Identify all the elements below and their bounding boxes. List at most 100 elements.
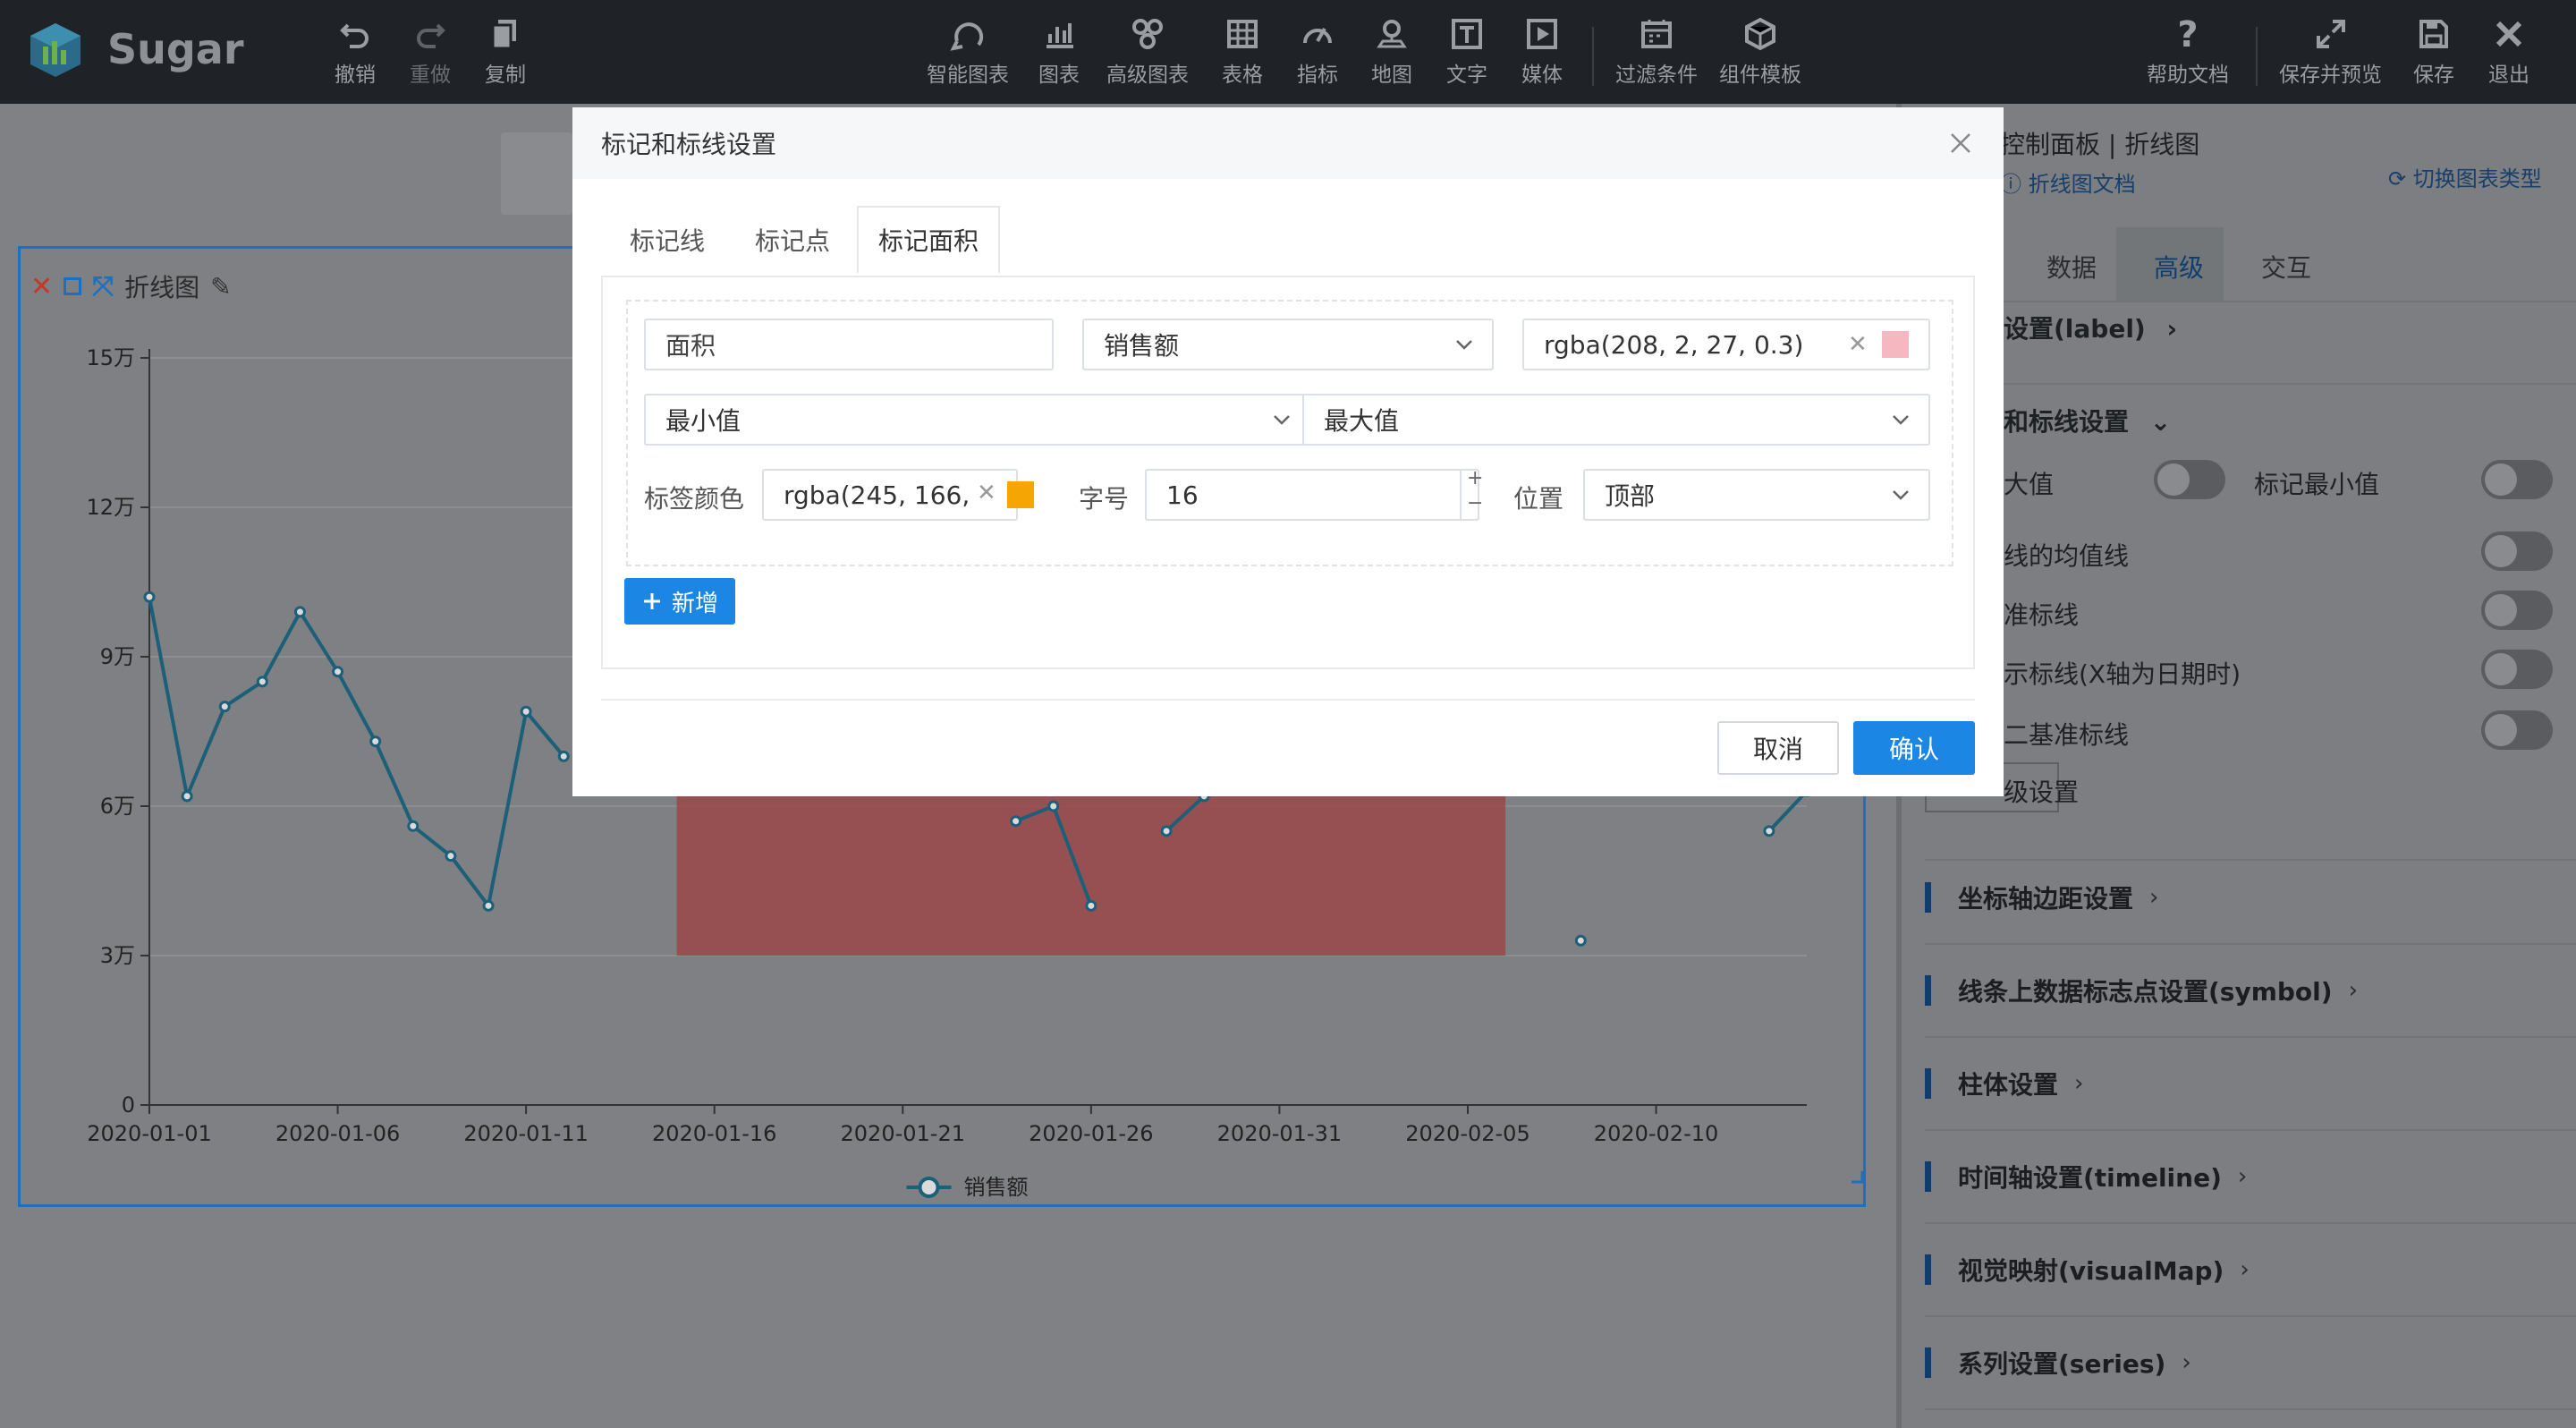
exit-button[interactable]: 退出 xyxy=(2488,16,2529,88)
text-label: 文字 xyxy=(1446,64,1487,87)
edit-title-pencil-icon[interactable]: ✎ xyxy=(210,272,231,302)
tab-markarea[interactable]: 标记面积 xyxy=(857,206,1000,274)
smart-chart-button[interactable]: 智能图表 xyxy=(927,16,1009,88)
toggle-date-line[interactable] xyxy=(2481,650,2553,689)
copy-label: 复制 xyxy=(485,64,526,87)
toggle-avg[interactable] xyxy=(2481,531,2553,571)
add-markarea-button[interactable]: 新增 xyxy=(624,578,735,625)
chart-button[interactable]: 图表 xyxy=(1038,16,1080,88)
confirm-button[interactable]: 确认 xyxy=(1853,721,1975,775)
font-size-label: 字号 xyxy=(1079,484,1130,514)
stepper-decrease-icon[interactable]: − xyxy=(1467,492,1483,514)
copy-icon xyxy=(491,20,516,50)
save-preview-button[interactable]: 保存并预览 xyxy=(2279,16,2382,88)
markarea-color-input[interactable]: rgba(208, 2, 27, 0.3) xyxy=(1522,319,1930,370)
markarea-end-select[interactable]: 最大值 xyxy=(1302,394,1930,446)
markarea-start-value: 最小值 xyxy=(665,406,741,436)
data-point xyxy=(445,850,457,863)
x-tick-label: 2020-01-16 xyxy=(652,1121,776,1146)
fullscreen-widget-icon[interactable]: ⤧ xyxy=(92,271,114,302)
section-visualmap[interactable]: 视觉映射(visualMap) › xyxy=(1925,1224,2576,1317)
chevron-right-icon: › xyxy=(2182,1349,2191,1376)
map-label: 地图 xyxy=(1371,64,1412,87)
tab-markpoint[interactable]: 标记点 xyxy=(739,206,846,274)
save-button[interactable]: 保存 xyxy=(2413,16,2454,88)
text-button[interactable]: 文字 xyxy=(1446,16,1487,88)
clear-label-color-icon[interactable]: ✕ xyxy=(977,480,996,506)
duplicate-widget-icon[interactable] xyxy=(64,277,82,295)
modal-close-icon[interactable] xyxy=(1945,127,1977,159)
markarea-name-input[interactable]: 面积 xyxy=(644,319,1054,370)
markline-settings-modal: 标记和标线设置 标记线 标记点 标记面积 面积 销售额 rgba(208, 2,… xyxy=(572,107,2004,796)
clear-color-icon[interactable]: ✕ xyxy=(1848,331,1868,358)
data-point xyxy=(1763,825,1775,837)
panel-tab-advanced[interactable]: 高级 xyxy=(2154,249,2204,285)
undo-icon xyxy=(340,23,369,48)
save-preview-label: 保存并预览 xyxy=(2279,64,2382,87)
toggle-max[interactable] xyxy=(2154,460,2225,499)
chart-legend: 销售额 xyxy=(906,1175,1029,1200)
section-symbol[interactable]: 线条上数据标志点设置(symbol) › xyxy=(1925,945,2576,1038)
switch-chart-type-label: 切换图表类型 xyxy=(2412,166,2542,191)
map-pin-icon xyxy=(1377,20,1407,48)
section-bar[interactable]: 柱体设置 › xyxy=(1925,1038,2576,1131)
section-marker xyxy=(1925,1068,1931,1099)
component-template-button[interactable]: 组件模板 xyxy=(1719,16,1801,88)
tab-markline[interactable]: 标记线 xyxy=(614,206,721,274)
copy-button[interactable]: 复制 xyxy=(485,16,526,88)
section-label: 视觉映射(visualMap) xyxy=(1958,1256,2224,1286)
section-series[interactable]: 系列设置(series) › xyxy=(1925,1317,2576,1410)
markarea-color-swatch[interactable] xyxy=(1882,331,1909,358)
save-icon xyxy=(2419,20,2448,48)
font-size-input[interactable]: 16 xyxy=(1145,469,1479,521)
advanced-chart-label: 高级图表 xyxy=(1106,64,1189,87)
map-button[interactable]: 地图 xyxy=(1371,16,1412,88)
advanced-chart-button[interactable]: 高级图表 xyxy=(1106,16,1189,88)
media-label: 媒体 xyxy=(1521,64,1563,87)
panel-tab-data[interactable]: 数据 xyxy=(2046,249,2097,285)
label-color-swatch[interactable] xyxy=(1007,481,1034,508)
data-point xyxy=(520,705,532,718)
toggle-second-baseline[interactable] xyxy=(2481,710,2553,750)
chart-doc-link[interactable]: ⓘ 折线图文档 xyxy=(2000,166,2136,198)
bar-chart-icon xyxy=(1046,23,1073,48)
media-button[interactable]: 媒体 xyxy=(1521,16,1563,88)
section-axis-margin[interactable]: 坐标轴边距设置 › xyxy=(1925,852,2576,945)
chart-doc-link-label: 折线图文档 xyxy=(2028,172,2136,197)
markline-setting-section[interactable]: 和标线设置 ⌄ xyxy=(2004,403,2171,438)
expand-icon xyxy=(2316,20,2345,48)
table-label: 表格 xyxy=(1222,64,1263,87)
sugar-logo-icon xyxy=(27,20,84,81)
x-tick-label: 2020-01-21 xyxy=(841,1121,965,1146)
section-marker xyxy=(1925,1254,1931,1285)
markarea-start-select[interactable]: 最小值 xyxy=(644,394,1311,446)
panel-tab-interaction[interactable]: 交互 xyxy=(2261,249,2311,285)
undo-button[interactable]: 撤销 xyxy=(335,16,376,88)
toggle-baseline[interactable] xyxy=(2481,591,2553,630)
chevron-right-icon: › xyxy=(2237,1163,2248,1190)
section-timeline[interactable]: 时间轴设置(timeline) › xyxy=(1925,1131,2576,1224)
label-setting-section[interactable]: 设置(label) › xyxy=(2004,310,2177,345)
redo-button[interactable]: 重做 xyxy=(410,16,451,88)
position-select[interactable]: 顶部 xyxy=(1583,469,1930,521)
toggle-min[interactable] xyxy=(2481,460,2553,499)
toggle-label-max: 大值 xyxy=(2004,470,2055,499)
table-button[interactable]: 表格 xyxy=(1222,16,1263,88)
markarea-field-select[interactable]: 销售额 xyxy=(1082,319,1494,370)
help-button[interactable]: ? 帮助文档 xyxy=(2147,16,2229,88)
data-point xyxy=(256,676,268,688)
data-point xyxy=(293,606,306,618)
delete-widget-icon[interactable]: ✕ xyxy=(30,271,53,302)
switch-chart-type-link[interactable]: ⟳ 切换图表类型 xyxy=(2388,161,2542,192)
cancel-button[interactable]: 取消 xyxy=(1717,721,1839,775)
gauge-icon xyxy=(1303,28,1332,44)
stepper-increase-icon[interactable]: + xyxy=(1467,467,1483,489)
resize-handle-icon[interactable] xyxy=(1852,1171,1864,1184)
svg-text:?: ? xyxy=(2177,16,2198,52)
filter-button[interactable]: 过滤条件 xyxy=(1615,16,1698,88)
x-tick-label: 2020-01-11 xyxy=(463,1121,588,1146)
smart-chart-icon xyxy=(950,22,984,51)
help-icon: ? xyxy=(2177,16,2198,52)
chart-widget-header: ✕ ⤧ 折线图 ✎ xyxy=(30,268,232,304)
indicator-button[interactable]: 指标 xyxy=(1297,16,1338,88)
